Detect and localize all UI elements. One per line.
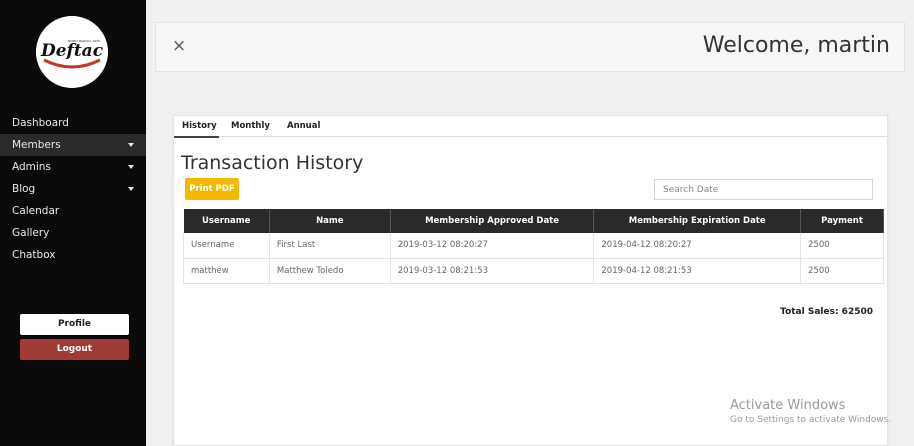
total-sales: Total Sales: 62500: [780, 307, 873, 317]
cell-name: Matthew Toledo: [269, 258, 391, 284]
transaction-card: History Monthly Annual Transaction Histo…: [173, 115, 888, 446]
sidebar-item-label: Blog: [12, 183, 36, 195]
sidebar-item-members[interactable]: Members: [0, 134, 146, 156]
sidebar-item-gallery[interactable]: Gallery: [0, 222, 146, 244]
cell-expiration-date: 2019-04-12 08:20:27: [593, 233, 802, 259]
table-header-row: Username Name Membership Approved Date M…: [183, 209, 884, 233]
svg-text:Deftac: Deftac: [40, 41, 104, 61]
sidebar-item-label: Dashboard: [12, 117, 69, 129]
cell-approved-date: 2019-03-12 08:20:27: [390, 233, 595, 259]
sidebar-item-blog[interactable]: Blog: [0, 178, 146, 200]
column-header-payment[interactable]: Payment: [800, 209, 884, 233]
sidebar-item-label: Calendar: [12, 205, 60, 217]
sidebar-item-label: Chatbox: [12, 249, 56, 261]
column-header-username[interactable]: Username: [183, 209, 270, 233]
caret-down-icon: [128, 187, 134, 191]
column-header-expiration-date[interactable]: Membership Expiration Date: [593, 209, 802, 233]
sidebar-item-label: Admins: [12, 161, 51, 173]
cell-approved-date: 2019-03-12 08:21:53: [390, 258, 595, 284]
column-header-approved-date[interactable]: Membership Approved Date: [390, 209, 595, 233]
sidebar-item-calendar[interactable]: Calendar: [0, 200, 146, 222]
svg-text:MIXED MARTIAL ARTS: MIXED MARTIAL ARTS: [68, 39, 100, 43]
table-row[interactable]: Username First Last 2019-03-12 08:20:27 …: [183, 233, 884, 259]
watermark-subtitle: Go to Settings to activate Windows.: [730, 415, 892, 425]
cell-username: matthew: [183, 258, 270, 284]
activate-windows-watermark: Activate Windows Go to Settings to activ…: [730, 398, 891, 425]
tab-history[interactable]: History: [182, 121, 217, 131]
watermark-title: Activate Windows: [730, 398, 846, 413]
tab-annual[interactable]: Annual: [287, 121, 320, 131]
transaction-table: Username Name Membership Approved Date M…: [183, 209, 884, 284]
page-title: Transaction History: [181, 152, 364, 174]
profile-button[interactable]: Profile: [20, 314, 129, 335]
sidebar-item-chatbox[interactable]: Chatbox: [0, 244, 146, 266]
logout-button[interactable]: Logout: [20, 339, 129, 360]
sidebar-item-admins[interactable]: Admins: [0, 156, 146, 178]
caret-down-icon: [128, 165, 134, 169]
column-header-name[interactable]: Name: [269, 209, 391, 233]
sidebar-nav: Dashboard Members Admins Blog Calendar G…: [0, 112, 146, 266]
print-pdf-button[interactable]: Print PDF: [185, 178, 239, 200]
cell-payment: 2500: [800, 233, 884, 259]
sidebar: Deftac MIXED MARTIAL ARTS Dashboard Memb…: [0, 0, 146, 446]
sidebar-item-label: Members: [12, 139, 61, 151]
sidebar-item-label: Gallery: [12, 227, 50, 239]
top-header: × Welcome, martin: [155, 22, 905, 72]
brand-logo[interactable]: Deftac MIXED MARTIAL ARTS: [36, 16, 108, 88]
cell-name: First Last: [269, 233, 391, 259]
caret-down-icon: [128, 143, 134, 147]
active-tab-indicator: [174, 136, 219, 138]
close-icon[interactable]: ×: [172, 36, 186, 56]
cell-expiration-date: 2019-04-12 08:21:53: [593, 258, 802, 284]
cell-payment: 2500: [800, 258, 884, 284]
table-row[interactable]: matthew Matthew Toledo 2019-03-12 08:21:…: [183, 258, 884, 284]
report-tabs: History Monthly Annual: [174, 116, 887, 138]
welcome-message: Welcome, martin: [702, 33, 890, 58]
search-date-input[interactable]: [654, 179, 873, 200]
tab-monthly[interactable]: Monthly: [231, 121, 270, 131]
cell-username: Username: [183, 233, 270, 259]
sidebar-item-dashboard[interactable]: Dashboard: [0, 112, 146, 134]
